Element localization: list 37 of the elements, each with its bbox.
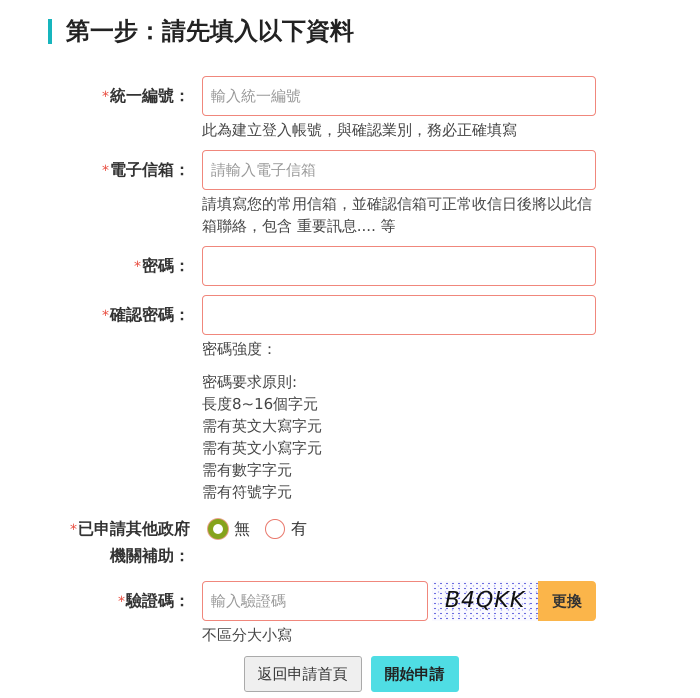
field-label: 密碼： [142,256,190,275]
radio-button[interactable] [265,519,285,539]
required-asterisk: * [102,163,109,179]
page-title: 第一步：請先填入以下資料 [66,17,354,45]
captcha-code: B4QKK [444,588,526,614]
password-strength-label: 密碼強度： [202,339,278,360]
password-rule: 需有符號字元 [202,482,293,503]
field-label: 統一編號： [110,86,190,105]
required-asterisk: * [70,522,77,538]
heading-accent-bar [48,18,52,44]
required-asterisk: * [118,594,125,610]
radio-option-label[interactable]: 有 [291,518,307,540]
password-input[interactable] [202,246,596,286]
password-rules-title: 密碼要求原則: [202,372,298,393]
required-asterisk: * [134,259,141,275]
back-button[interactable]: 返回申請首頁 [244,656,362,692]
password-input[interactable] [202,295,596,335]
password-rule: 需有數字字元 [202,460,293,481]
field-hint: 此為建立登入帳號，與確認業別，務必正確填寫 [202,120,518,141]
password-rule: 長度8~16個字元 [202,394,320,415]
password-rule: 需有英文小寫字元 [202,438,323,459]
field-label: 確認密碼： [110,305,190,324]
required-asterisk: * [102,308,109,324]
radio-option-label[interactable]: 無 [234,518,250,540]
required-asterisk: * [102,89,109,105]
field-label: 驗證碼： [126,591,190,610]
field-hint: 請填寫您的常用信箱，並確認信箱可正常收信日後將以此信箱聯絡，包含 重要訊息.... 等 [202,194,593,237]
refresh-captcha-button[interactable]: 更換 [538,581,596,621]
radio-button[interactable] [208,519,228,539]
captcha-input[interactable]: 輸入驗證碼 [202,581,428,621]
password-rule: 需有英文大寫字元 [202,416,323,437]
start-button[interactable]: 開始申請 [370,656,458,692]
text-input[interactable]: 請輸入電子信箱 [202,150,596,190]
field-label: 已申請其他政府機關補助： [78,519,190,565]
field-hint: 不區分大小寫 [202,625,293,646]
text-input[interactable]: 輸入統一編號 [202,76,596,116]
field-label: 電子信箱： [110,160,190,179]
